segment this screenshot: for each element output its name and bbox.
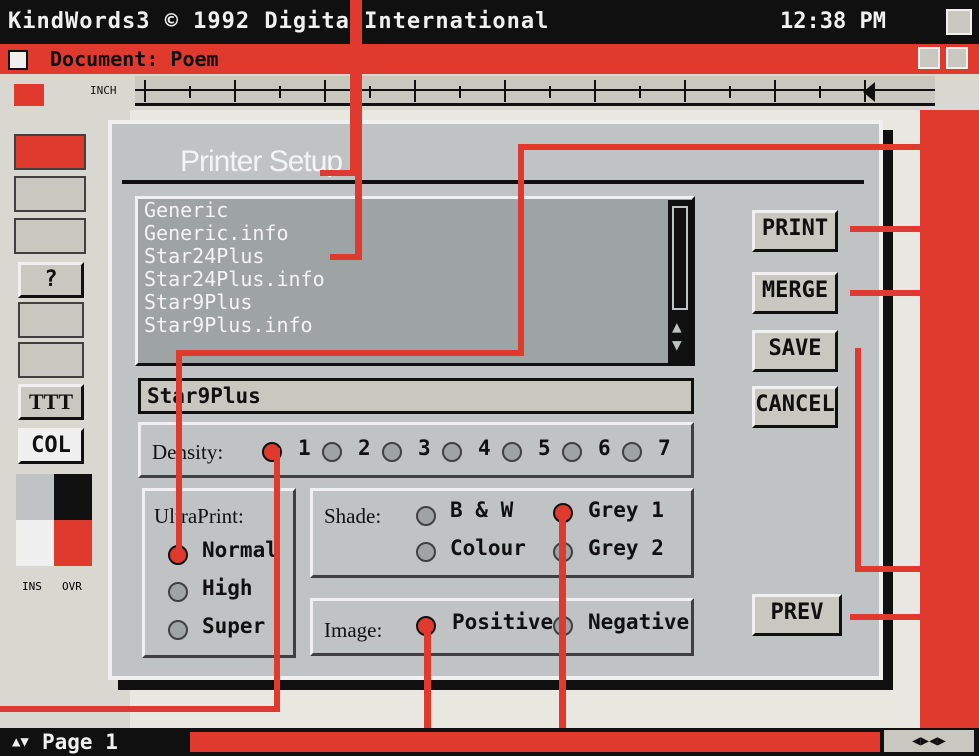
close-gadget-icon[interactable] bbox=[8, 50, 28, 70]
callout-line bbox=[355, 0, 362, 260]
list-item[interactable]: Star24Plus.info bbox=[138, 268, 692, 291]
shade-option-label: Grey 2 bbox=[588, 536, 664, 560]
column-button[interactable]: COL bbox=[18, 428, 84, 464]
save-button[interactable]: SAVE bbox=[752, 330, 838, 372]
density-radio-3[interactable] bbox=[382, 442, 402, 462]
printer-name-field[interactable]: Star9Plus bbox=[138, 378, 694, 414]
density-option-label: 2 bbox=[358, 436, 371, 460]
callout-line bbox=[330, 254, 360, 260]
merge-button[interactable]: MERGE bbox=[752, 272, 838, 314]
ruler-ticks bbox=[135, 80, 935, 102]
density-radio-7[interactable] bbox=[622, 442, 642, 462]
zoom-gadget-icon[interactable] bbox=[918, 47, 940, 69]
dialog-title: Printer Setup bbox=[180, 145, 343, 178]
ultraprint-label: UltraPrint: bbox=[154, 504, 244, 528]
scroll-arrows-icon-bottom[interactable]: ◀▶◀▶ bbox=[884, 730, 974, 752]
file-list-scrollbar[interactable]: ▲ ▼ bbox=[668, 200, 692, 365]
list-item[interactable]: Star9Plus.info bbox=[138, 314, 692, 337]
callout-line bbox=[176, 350, 524, 356]
image-label: Image: bbox=[324, 618, 383, 642]
horizontal-scrollbar[interactable] bbox=[190, 732, 880, 752]
shade-option-label: Grey 1 bbox=[588, 498, 664, 522]
shade-radio-colour[interactable] bbox=[416, 542, 436, 562]
palette-white[interactable] bbox=[16, 520, 54, 566]
callout-line bbox=[518, 144, 524, 356]
spell-check-icon[interactable] bbox=[18, 302, 84, 338]
title-divider bbox=[122, 180, 864, 184]
density-radio-4[interactable] bbox=[442, 442, 462, 462]
ruler[interactable] bbox=[135, 76, 935, 106]
ultraprint-radio-super[interactable] bbox=[168, 620, 188, 640]
document-title-bar[interactable]: Document: Poem bbox=[0, 44, 979, 74]
help-button[interactable]: ? bbox=[18, 262, 84, 298]
align-center-icon[interactable] bbox=[14, 176, 86, 212]
shade-option-label: Colour bbox=[450, 536, 526, 560]
window-title: KindWords3 © 1992 Digita International bbox=[8, 9, 550, 34]
callout-line bbox=[320, 170, 356, 176]
list-item[interactable]: Generic bbox=[138, 199, 692, 222]
density-label: Density: bbox=[152, 440, 224, 464]
callout-line bbox=[944, 290, 950, 470]
image-option-label: Negative bbox=[588, 610, 690, 634]
ultraprint-option-label: Super bbox=[202, 614, 266, 638]
callout-line bbox=[855, 566, 979, 572]
ruler-unit-label: INCH bbox=[90, 84, 117, 97]
clock-display: 12:38 PM bbox=[780, 9, 886, 34]
callout-line bbox=[518, 144, 979, 150]
density-option-label: 5 bbox=[538, 436, 551, 460]
density-radio-2[interactable] bbox=[322, 442, 342, 462]
density-option-label: 3 bbox=[418, 436, 431, 460]
prev-button[interactable]: PREV bbox=[752, 594, 842, 636]
callout-line bbox=[850, 290, 950, 296]
print-button[interactable]: PRINT bbox=[752, 210, 838, 252]
palette-black[interactable] bbox=[54, 474, 92, 520]
density-radio-6[interactable] bbox=[562, 442, 582, 462]
density-option-label: 7 bbox=[658, 436, 671, 460]
overwrite-mode-label: OVR bbox=[62, 580, 82, 593]
callout-line bbox=[855, 348, 861, 570]
shade-label: Shade: bbox=[324, 504, 382, 528]
font-size-button[interactable]: TTT bbox=[18, 384, 84, 420]
tab-left-icon[interactable] bbox=[14, 84, 44, 106]
callout-line bbox=[0, 706, 280, 712]
forward-arrows-icon[interactable] bbox=[18, 342, 84, 378]
insert-mode-label: INS bbox=[22, 580, 42, 593]
color-palette[interactable] bbox=[16, 474, 92, 566]
callout-line bbox=[850, 614, 979, 620]
depth-gadget-icon-doc[interactable] bbox=[946, 47, 968, 69]
scroll-thumb[interactable] bbox=[672, 206, 688, 310]
page-arrows-icon[interactable]: ▲▼ bbox=[12, 730, 29, 754]
list-item[interactable]: Star24Plus bbox=[138, 245, 692, 268]
line-spacing-icon[interactable] bbox=[14, 218, 86, 254]
printer-file-list[interactable]: Generic Generic.info Star24Plus Star24Pl… bbox=[135, 196, 695, 366]
palette-grey[interactable] bbox=[16, 474, 54, 520]
callout-line bbox=[176, 350, 182, 550]
density-option-label: 1 bbox=[298, 436, 311, 460]
ultraprint-option-label: High bbox=[202, 576, 253, 600]
scroll-arrows-icon[interactable]: ▲ ▼ bbox=[672, 318, 682, 354]
shade-radio-bw[interactable] bbox=[416, 506, 436, 526]
ultraprint-option-label: Normal bbox=[202, 538, 278, 562]
callout-line bbox=[850, 226, 979, 232]
page-indicator: Page 1 bbox=[42, 730, 118, 754]
density-option-label: 4 bbox=[478, 436, 491, 460]
density-radio-5[interactable] bbox=[502, 442, 522, 462]
callout-line bbox=[559, 508, 566, 756]
cancel-button[interactable]: CANCEL bbox=[752, 386, 838, 428]
shade-option-label: B & W bbox=[450, 498, 514, 522]
list-item[interactable]: Generic.info bbox=[138, 222, 692, 245]
align-left-icon[interactable] bbox=[14, 134, 86, 170]
image-option-label: Positive bbox=[452, 610, 554, 634]
ultraprint-radio-high[interactable] bbox=[168, 582, 188, 602]
density-option-label: 6 bbox=[598, 436, 611, 460]
depth-gadget-icon[interactable] bbox=[946, 9, 972, 35]
list-item[interactable]: Star9Plus bbox=[138, 291, 692, 314]
document-title: Document: Poem bbox=[50, 47, 219, 71]
palette-red[interactable] bbox=[54, 520, 92, 566]
callout-line bbox=[274, 448, 280, 710]
